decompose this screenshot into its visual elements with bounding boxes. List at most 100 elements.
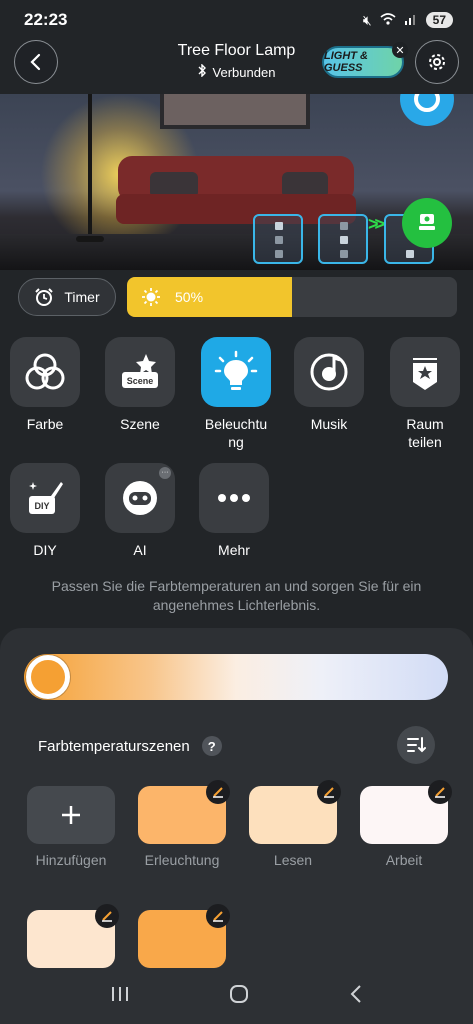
chat-dots-icon: ··· [159,467,171,479]
scene-name: Hinzufügen [35,852,107,868]
scene-swatch[interactable] [138,904,230,968]
scene-item[interactable]: Erleuchtung [132,780,232,868]
feature-szene[interactable]: Scene Szene [95,337,185,433]
feature-label: AI [133,542,147,558]
scene-item[interactable] [132,904,232,968]
feature-beleuchtung[interactable]: Beleuchtung [191,337,281,451]
signal-icon [404,12,418,29]
system-nav-bar [0,968,473,1024]
bluetooth-icon [198,63,207,80]
header: Tree Floor Lamp Verbunden LIGHT & GUESS … [0,36,473,90]
status-icons: 🔇︎ 57 [363,12,453,29]
scene-name: Arbeit [385,852,423,868]
feature-tile[interactable] [390,337,460,407]
segment-dot [340,222,348,230]
scene-swatch[interactable] [27,904,119,968]
feature-tile[interactable] [294,337,364,407]
wifi-icon [380,12,396,29]
edit-icon[interactable] [317,780,341,804]
recent-apps-button[interactable] [110,985,130,1008]
scenes-title: Farbtemperaturszenen [38,737,190,755]
add-scene-tile[interactable] [27,786,115,844]
close-icon[interactable]: ✕ [392,42,408,58]
lamp-base [76,236,104,242]
home-icon [230,984,249,1003]
scene-name: Lesen [273,852,313,868]
edit-icon[interactable] [206,780,230,804]
feature-tile[interactable] [10,337,80,407]
segment-dot [275,236,283,244]
room-share-icon [413,358,437,390]
hint-text: Passen Sie die Farbtemperaturen an und s… [51,578,422,613]
connection-status: Verbunden [198,63,276,80]
light-guess-label: LIGHT & GUESS [324,50,368,74]
feature-label: Mehr [218,542,250,558]
feature-diy[interactable]: DIY DIY [0,463,90,559]
color-temperature-slider[interactable] [24,654,448,700]
wall-painting [160,94,310,129]
brightness-slider[interactable]: 50% [127,277,457,317]
power-ring-button[interactable] [400,94,454,126]
settings-button[interactable] [415,40,459,84]
scene-swatch[interactable] [138,780,230,844]
floor-lamp [88,94,92,240]
scene-item[interactable]: Arbeit [354,780,454,868]
light-guess-badge[interactable]: LIGHT & GUESS ✕ [322,42,408,78]
help-icon[interactable]: ? [201,736,222,756]
status-bar: 22:23 🔇︎ 57 [0,0,473,40]
music-icon [310,353,348,391]
scene-item[interactable] [21,904,121,968]
brightness-readout: 50% [141,277,203,317]
back-chevron-icon [350,984,361,1003]
segment-dot [275,250,283,258]
scene-name: Erleuchtung [144,852,220,868]
feature-tile[interactable]: Scene [105,337,175,407]
mute-icon: 🔇︎ [362,11,372,28]
segment-dot [340,250,348,258]
feature-musik[interactable]: Musik [284,337,374,433]
edit-icon[interactable] [428,780,452,804]
edit-icon[interactable] [95,904,119,928]
sort-button[interactable] [397,726,435,764]
feature-label: Beleuchtung [204,416,268,450]
timer-label: Timer [64,289,100,305]
segment-box[interactable] [318,214,368,264]
feature-tile-active[interactable] [201,337,271,407]
sort-icon [407,737,426,753]
gear-icon [429,54,445,70]
segment-dot [275,222,283,230]
plus-icon [62,806,80,824]
scene-swatch[interactable] [249,780,341,844]
slider-knob[interactable] [26,655,70,699]
connection-status-label: Verbunden [212,64,276,80]
scene-swatch[interactable] [360,780,452,844]
lamp-toggle-button[interactable] [402,198,452,248]
alarm-clock-icon [35,288,54,306]
timer-button[interactable]: Timer [18,278,116,316]
feature-label: Szene [120,416,160,432]
scene-item[interactable]: Lesen [243,780,343,868]
feature-raum-teilen[interactable]: Raum teilen [380,337,470,451]
ring-icon [414,94,440,112]
color-temperature-sheet: Farbtemperaturszenen ? Hinzufügen Erleuc… [0,628,473,1024]
feature-tile[interactable] [199,463,269,533]
home-button[interactable] [229,984,249,1009]
feature-tile[interactable]: ··· [105,463,175,533]
scene-icon-label: Scene [127,376,154,386]
back-nav-button[interactable] [349,984,363,1009]
diy-icon-label: DIY [34,501,49,511]
segment-dot [340,236,348,244]
color-circles-icon [25,353,65,390]
feature-label: DIY [33,542,57,558]
feature-ai[interactable]: ··· AI [95,463,185,559]
feature-tile[interactable]: DIY [10,463,80,533]
bulb-icon [214,350,258,390]
feature-mehr[interactable]: Mehr [189,463,279,559]
scene-add[interactable]: Hinzufügen [21,786,121,868]
segment-box[interactable] [253,214,303,264]
edit-icon[interactable] [206,904,230,928]
double-chevron-icon: >> [368,214,385,234]
feature-label: Farbe [26,416,64,432]
diy-icon: DIY [29,482,63,514]
feature-farbe[interactable]: Farbe [0,337,90,433]
